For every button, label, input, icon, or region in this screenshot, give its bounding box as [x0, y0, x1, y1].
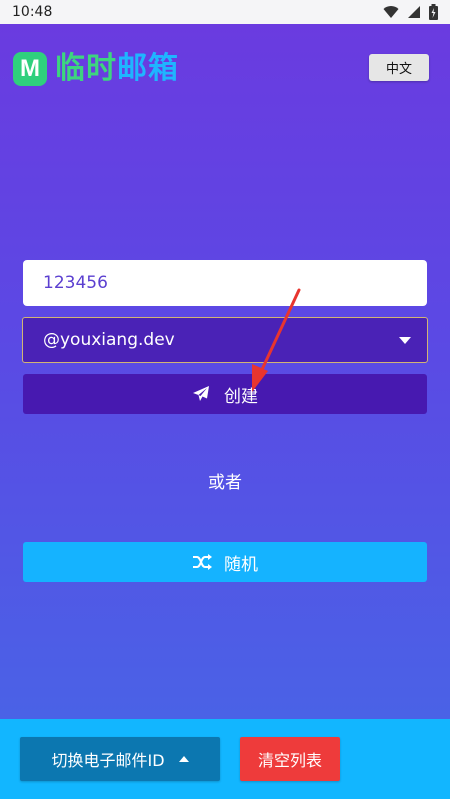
caret-down-icon	[399, 337, 411, 344]
wifi-icon	[383, 6, 399, 19]
status-time: 10:48	[12, 4, 53, 20]
battery-icon	[429, 4, 438, 20]
language-button[interactable]: 中文	[369, 54, 429, 81]
brand: M 临时邮箱	[13, 52, 179, 86]
username-input[interactable]: 123456	[23, 260, 427, 306]
domain-select[interactable]: @youxiang.dev	[22, 317, 428, 363]
caret-up-icon	[178, 756, 189, 762]
bottom-bar: 切换电子邮件ID 清空列表	[0, 719, 450, 799]
shuffle-icon	[193, 554, 212, 570]
logo-icon: M	[13, 52, 47, 86]
switch-email-id-button[interactable]: 切换电子邮件ID	[20, 737, 220, 781]
status-bar: 10:48	[0, 0, 450, 24]
app-title: 临时邮箱	[55, 51, 179, 86]
signal-icon	[408, 6, 420, 18]
app-background	[0, 24, 450, 719]
or-separator: 或者	[208, 473, 242, 493]
clear-list-button[interactable]: 清空列表	[240, 737, 340, 781]
random-button[interactable]: 随机	[23, 542, 427, 582]
paper-plane-icon	[193, 386, 209, 401]
create-button[interactable]: 创建	[23, 374, 427, 414]
